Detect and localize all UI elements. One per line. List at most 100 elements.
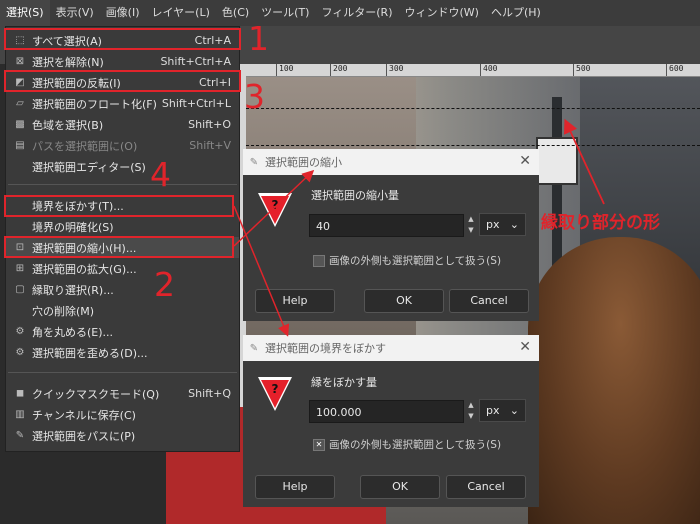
ruler-tick: 500 [573,64,590,76]
menu-item-border[interactable]: ▢ 縁取り選択(R)... [6,279,239,300]
ruler-tick: 600 [666,64,683,76]
step-number-4: 4 [150,155,171,194]
grow-selection-icon: ⊞ [15,263,25,274]
dialog-title: 選択範囲の縮小 [265,156,342,169]
menu-item-label: 色域を選択(B) [32,118,104,132]
menu-item-sharpen[interactable]: 境界の明確化(S) [6,216,239,237]
menu-item-to-path[interactable]: ✎ 選択範囲をパスに(P) [6,425,239,446]
select-none-icon: ⊠ [15,56,25,67]
menu-item-label: 選択範囲エディター(S) [32,160,146,174]
chevron-down-icon: ⌄ [509,404,519,417]
feather-selection-dialog: ✎ 選択範囲の境界をぼかす ✕ ? 縁をぼかす量 100.000 ▲ ▼ px ⌄ … [243,335,539,507]
menu-item-selection-editor[interactable]: 選択範囲エディター(S) [6,156,239,177]
feather-amount-label: 縁をぼかす量 [311,376,377,389]
checkbox-label: 画像の外側も選択範囲として扱う(S) [329,439,502,451]
menu-help[interactable]: ヘルプ(H) [485,0,547,26]
menu-filters[interactable]: フィルター(R) [315,0,398,26]
menu-item-label: 選択範囲をパスに(P) [32,429,136,443]
cancel-button[interactable]: Cancel [446,475,526,499]
highlight-box-select-all [4,28,241,50]
menu-item-label: 縁取り選択(R)... [32,283,114,297]
ok-button[interactable]: OK [364,289,444,313]
selection-outline [246,145,700,146]
horizontal-ruler[interactable]: 100 200 300 400 500 600 [238,64,700,77]
rounded-rectangle-icon: ⚙ [15,326,25,337]
feather-amount-input[interactable]: 100.000 [309,400,464,423]
menu-item-shortcut: Shift+Ctrl+L [161,97,231,110]
spin-arrows[interactable]: ▲ ▼ [467,214,475,237]
ruler-tick: 300 [386,64,403,76]
menu-item-shortcut: Shift+Q [188,387,231,400]
menu-item-label: パスを選択範囲に(O) [32,139,138,153]
step-number-1: 1 [248,19,269,58]
border-shape-annotation: 縁取り部分の形 [541,213,660,233]
gimp-window: 選択(S) 表示(V) 画像(I) レイヤー(L) 色(C) ツール(T) フィ… [0,0,700,524]
menu-item-shortcut: Shift+Ctrl+A [160,55,231,68]
ruler-tick: 100 [276,64,293,76]
step-number-3: 3 [244,77,265,116]
help-button[interactable]: Help [255,475,335,499]
highlight-box-invert [4,70,241,92]
question-mark: ? [271,198,279,212]
menu-item-label: 選択範囲のフロート化(F) [32,97,157,111]
gimp-icon: ✎ [249,156,259,168]
selection-to-path-icon: ✎ [15,430,25,441]
menu-item-remove-holes[interactable]: 穴の削除(M) [6,300,239,321]
selection-outline [246,108,700,109]
menu-item-quick-mask[interactable]: ◼ クイックマスクモード(Q) Shift+Q [6,383,239,404]
spin-arrows[interactable]: ▲ ▼ [467,400,475,423]
outside-image-checkbox[interactable] [313,255,325,267]
chevron-down-icon: ⌄ [509,218,519,231]
quick-mask-icon: ◼ [15,388,25,399]
unit-value: px [486,218,500,231]
dialog-titlebar[interactable]: ✎ 選択範囲の縮小 ✕ [243,149,539,175]
border-selection-icon: ▢ [15,284,25,295]
ok-button[interactable]: OK [360,475,440,499]
menu-item-rounded-rectangle[interactable]: ⚙ 角を丸める(E)... [6,321,239,342]
menu-image[interactable]: 画像(I) [100,0,146,26]
save-to-channel-icon: ▥ [15,409,25,420]
highlight-box-shrink [4,236,234,258]
unit-select[interactable]: px ⌄ [479,399,526,422]
shrink-amount-label: 選択範囲の縮小量 [311,189,399,202]
menu-item-select-none[interactable]: ⊠ 選択を解除(N) Shift+Ctrl+A [6,51,239,72]
woman-hair [528,237,700,524]
menu-item-save-channel[interactable]: ▥ チャンネルに保存(C) [6,404,239,425]
menu-item-label: 境界の明確化(S) [32,220,114,234]
distort-selection-icon: ⚙ [15,347,25,358]
menu-separator [8,372,237,373]
pole [552,97,562,277]
shrink-selection-dialog: ✎ 選択範囲の縮小 ✕ ? 選択範囲の縮小量 40 ▲ ▼ px ⌄ 画像の外側も選… [243,149,539,321]
menu-item-from-path: ▤ パスを選択範囲に(O) Shift+V [6,135,239,156]
unit-select[interactable]: px ⌄ [479,213,526,236]
close-icon[interactable]: ✕ [519,339,531,355]
step-number-2: 2 [154,265,175,304]
menu-item-by-color[interactable]: ▩ 色域を選択(B) Shift+O [6,114,239,135]
menu-item-distort[interactable]: ⚙ 選択範囲を歪める(D)... [6,342,239,363]
menu-item-shortcut: Shift+V [189,139,231,152]
menu-separator [8,184,237,185]
by-color-select-icon: ▩ [15,119,25,130]
outside-image-checkbox[interactable]: ✕ [313,439,325,451]
dialog-title: 選択範囲の境界をぼかす [265,342,386,355]
menu-item-label: 選択範囲の拡大(G)... [32,262,137,276]
menu-view[interactable]: 表示(V) [50,0,100,26]
unit-value: px [486,404,500,417]
menu-select[interactable]: 選択(S) [0,0,50,26]
menu-layer[interactable]: レイヤー(L) [146,0,216,26]
menu-item-grow[interactable]: ⊞ 選択範囲の拡大(G)... [6,258,239,279]
gimp-icon: ✎ [249,342,259,354]
cancel-button[interactable]: Cancel [449,289,529,313]
help-button[interactable]: Help [255,289,335,313]
menu-item-label: 角を丸める(E)... [32,325,114,339]
menu-item-shortcut: Shift+O [188,118,231,131]
shrink-amount-input[interactable]: 40 [309,214,464,237]
close-icon[interactable]: ✕ [519,153,531,169]
menu-item-label: クイックマスクモード(Q) [32,387,160,401]
dialog-titlebar[interactable]: ✎ 選択範囲の境界をぼかす ✕ [243,335,539,361]
menu-windows[interactable]: ウィンドウ(W) [399,0,485,26]
menu-item-float[interactable]: ▱ 選択範囲のフロート化(F) Shift+Ctrl+L [6,93,239,114]
checkbox-label: 画像の外側も選択範囲として扱う(S) [329,255,502,267]
ruler-tick: 200 [330,64,347,76]
menu-item-label: 穴の削除(M) [32,304,95,318]
